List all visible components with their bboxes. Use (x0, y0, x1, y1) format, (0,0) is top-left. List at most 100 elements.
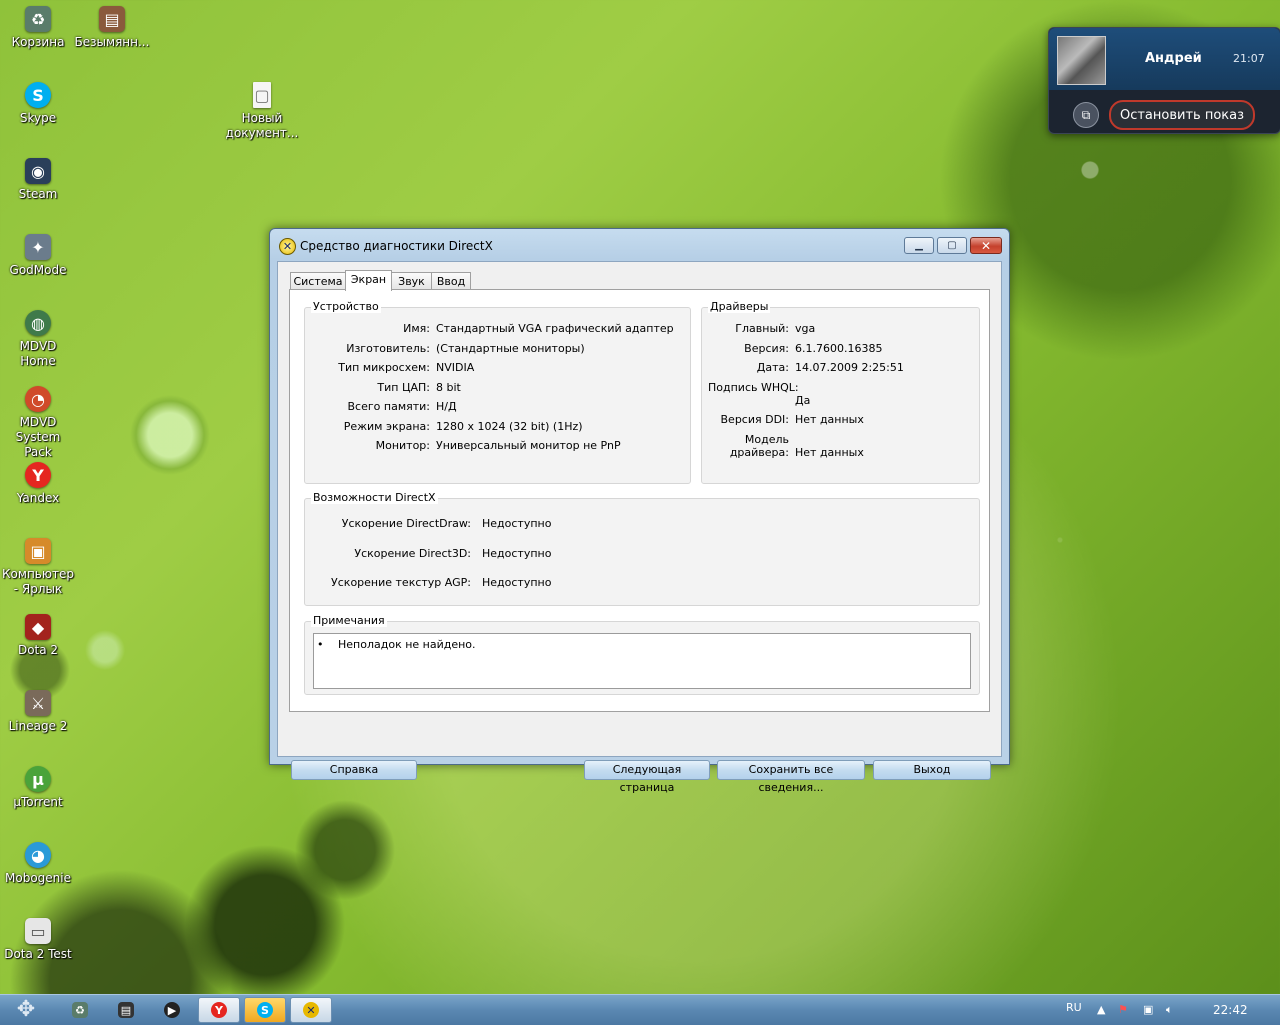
row-value: vga (795, 322, 816, 335)
desktop-icon-label: Корзина (11, 35, 65, 49)
row-value: (Стандартные мониторы) (436, 342, 585, 355)
next-page-button[interactable]: Следующая страница (584, 760, 710, 794)
drivers-group-title: Драйверы (708, 300, 771, 313)
lineage2-icon: ⚔ (25, 690, 51, 716)
title-bar[interactable]: ✕ Средство диагностики DirectX ▁ ▢ ✕ (270, 229, 1009, 261)
network-icon[interactable]: ▣ (1143, 1003, 1153, 1016)
desktop-icon-computer-shortcut[interactable]: ▣ Компьютер - Ярлык (0, 538, 76, 597)
display-tab-panel: Устройство Имя: Стандартный VGA графичес… (289, 289, 990, 712)
row-value: Н/Д (436, 400, 457, 413)
avatar (1057, 36, 1106, 85)
media-player-icon: ▶ (164, 1002, 180, 1018)
row-label: Версия: (744, 342, 789, 355)
dota2-test-icon: ▭ (25, 918, 51, 944)
language-indicator[interactable]: RU (1066, 1001, 1082, 1014)
call-notification: Андрей 21:07 ⧉ Остановить показ (1048, 27, 1280, 134)
row-label: Всего памяти: (347, 400, 430, 413)
row-label: Имя: (403, 322, 430, 335)
drivers-group: Драйверы Главный: vga Версия: 6.1.7600.1… (701, 300, 980, 484)
tab-system[interactable]: Система (290, 272, 346, 290)
maximize-button[interactable]: ▢ (937, 237, 967, 254)
caller-name: Андрей (1145, 51, 1202, 66)
start-button[interactable]: ✥ (8, 996, 44, 1024)
computer-icon: ▣ (25, 538, 51, 564)
recycle-bin-icon: ♻ (72, 1002, 88, 1018)
desktop-icon-lineage2[interactable]: ⚔ Lineage 2 (0, 690, 76, 734)
close-button[interactable]: ✕ (970, 237, 1002, 254)
screen-share-icon[interactable]: ⧉ (1073, 102, 1099, 128)
directx-diagnostic-window: ✕ Средство диагностики DirectX ▁ ▢ ✕ Сис… (269, 228, 1010, 794)
taskbar-clock[interactable]: 22:42 (1213, 1003, 1248, 1017)
window-client: Система Экран Звук Ввод Устройство Имя: … (277, 261, 1002, 794)
desktop-icon-label: Mobogenie (5, 871, 71, 885)
desktop-icon-dota2[interactable]: ◆ Dota 2 (0, 614, 76, 658)
notes-text: Неполадок не найдено. (338, 638, 476, 651)
stop-sharing-button[interactable]: Остановить показ (1109, 100, 1255, 130)
start-icon: ✥ (16, 997, 36, 1022)
taskbar-item-recycle[interactable]: ♻ (60, 997, 100, 1023)
desktop-icon-yandex[interactable]: Y Yandex (0, 462, 76, 506)
desktop-icon-new-document[interactable]: ▢ Новый документ... (224, 82, 300, 141)
desktop-icon-label: Компьютер - Ярлык (2, 567, 74, 596)
desktop-icon-label: GodMode (9, 263, 67, 277)
utorrent-icon: µ (25, 766, 51, 792)
row-label: Модель (744, 433, 789, 446)
skype-icon: S (257, 1002, 273, 1018)
row-label: Режим экрана: (343, 420, 430, 433)
yandex-icon: Y (25, 462, 51, 488)
directx-features-group: Возможности DirectX Ускорение DirectDraw… (304, 491, 980, 606)
notes-text-area[interactable]: • Неполадок не найдено. (313, 633, 971, 689)
row-value: 1280 x 1024 (32 bit) (1Hz) (436, 420, 583, 433)
taskbar-item-explorer[interactable]: ▤ (106, 997, 146, 1023)
notes-group: Примечания • Неполадок не найдено. (304, 614, 980, 695)
desktop-icon-label: Dota 2 (17, 643, 59, 657)
desktop-icon-dota2-test[interactable]: ▭ Dota 2 Test (0, 918, 76, 962)
desktop-icon-mdvd-system-pack[interactable]: ◔ MDVD System Pack (0, 386, 76, 460)
close-icon: ✕ (980, 238, 992, 253)
desktop-icon-label: Dota 2 Test (4, 947, 72, 961)
desktop-icon-label: Skype (19, 111, 57, 125)
tab-sound[interactable]: Звук (391, 272, 432, 290)
tab-display[interactable]: Экран (345, 270, 392, 291)
row-value: Универсальный монитор не PnP (436, 439, 621, 452)
desktop-icon-label: Yandex (16, 491, 60, 505)
row-label: Версия DDI: (720, 413, 790, 426)
device-group-title: Устройство (311, 300, 381, 313)
notes-bullet: • (317, 638, 324, 651)
desktop-icon-untitled[interactable]: ▤ Безымянн... (74, 6, 150, 50)
help-button[interactable]: Справка (291, 760, 417, 780)
desktop-icon-skype[interactable]: S Skype (0, 82, 76, 126)
volume-icon[interactable]: 🔈︎ (1166, 1003, 1173, 1017)
desktop-icon-label: MDVD Home (19, 339, 57, 368)
row-label: Тип микросхем: (338, 361, 430, 374)
desktop-icon-recycle-bin[interactable]: ♻ Корзина (0, 6, 76, 50)
desktop-icon-label: MDVD System Pack (15, 415, 61, 459)
row-label: драйвера: (729, 446, 789, 459)
tab-input[interactable]: Ввод (431, 272, 471, 290)
row-value: 8 bit (436, 381, 461, 394)
taskbar-item-directx[interactable]: ✕ (290, 997, 332, 1023)
maximize-icon: ▢ (947, 240, 957, 251)
taskbar-item-yandex[interactable]: Y (198, 997, 240, 1023)
action-center-icon[interactable]: ⚑ (1118, 1003, 1128, 1016)
minimize-button[interactable]: ▁ (904, 237, 934, 254)
exit-button[interactable]: Выход (873, 760, 991, 780)
desktop-icon-mdvd-home[interactable]: ◍ MDVD Home (0, 310, 76, 369)
row-label: Дата: (756, 361, 789, 374)
desktop-icon-steam[interactable]: ◉ Steam (0, 158, 76, 202)
show-hidden-icons-icon[interactable]: ▲ (1097, 1003, 1105, 1016)
desktop-icon-label: Lineage 2 (8, 719, 68, 733)
taskbar-item-skype[interactable]: S (244, 997, 286, 1023)
godmode-icon: ✦ (25, 234, 51, 260)
save-all-info-button[interactable]: Сохранить все сведения... (717, 760, 865, 794)
taskbar-item-media-player[interactable]: ▶ (152, 997, 192, 1023)
row-label: Тип ЦАП: (377, 381, 430, 394)
desktop-icon-godmode[interactable]: ✦ GodMode (0, 234, 76, 278)
minimize-icon: ▁ (915, 240, 923, 251)
row-value: Да (795, 394, 811, 407)
desktop-icon-label: Безымянн... (74, 35, 150, 49)
desktop-icon-utorrent[interactable]: µ µTorrent (0, 766, 76, 810)
row-value: 14.07.2009 2:25:51 (795, 361, 904, 374)
desktop-icon-mobogenie[interactable]: ◕ Mobogenie (0, 842, 76, 886)
yandex-icon: Y (211, 1002, 227, 1018)
